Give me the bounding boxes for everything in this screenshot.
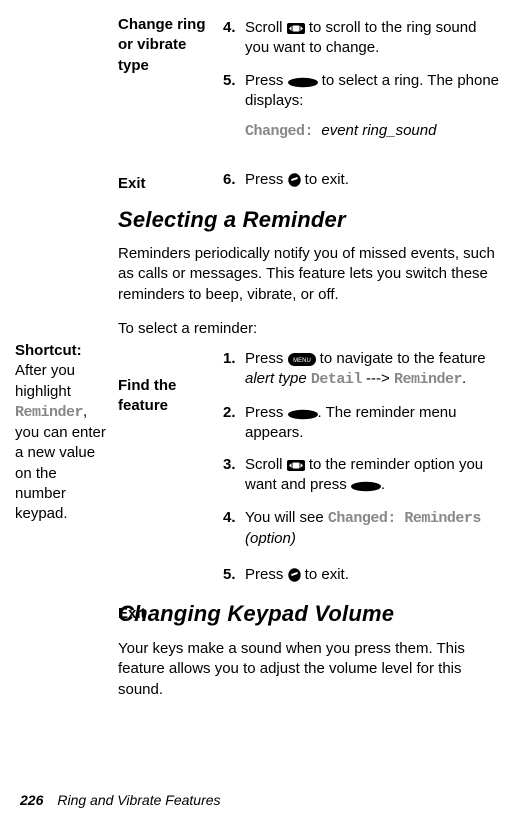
t: . [381, 476, 385, 493]
label-exit: Exit [118, 174, 208, 194]
step-text: Press . The reminder menu appears. [245, 403, 503, 444]
label-change-ring: Change ring or vibrate type [118, 15, 208, 76]
page: Change ring or vibrate type 4. Scroll to… [0, 0, 521, 832]
step-text: Scroll to scroll to the ring sound you w… [245, 18, 503, 59]
label-exit-2: Exit [118, 604, 208, 624]
t: Reminder [15, 404, 83, 421]
t: Press [245, 566, 288, 583]
t: to exit. [301, 566, 349, 583]
t: to navigate to the feature [316, 350, 486, 367]
para: Reminders periodically notify you of mis… [118, 244, 508, 305]
t: You will see [245, 509, 328, 526]
t: Scroll [245, 19, 287, 36]
t: Shortcut: [15, 342, 82, 359]
t: After you highlight [15, 362, 75, 399]
step-num: 5. [223, 71, 245, 143]
heading-selecting-reminder: Selecting a Reminder [118, 205, 508, 235]
changed-line: Changed: event ring_sound [245, 121, 503, 142]
step-text: Press MENU to navigate to the feature al… [245, 349, 503, 391]
step-2: 2. Press . The reminder menu appears. [223, 403, 503, 444]
shortcut-note: Shortcut: After you highlight Reminder, … [15, 341, 110, 524]
step-text: You will see Changed: Reminders (option) [245, 508, 503, 550]
end-icon [288, 173, 301, 187]
step-6: 6. Press to exit. [223, 170, 503, 190]
svg-text:MENU: MENU [293, 358, 311, 364]
t: Press [245, 72, 288, 89]
step-num: 6. [223, 170, 245, 190]
para: To select a reminder: [118, 319, 508, 339]
t: Press [245, 350, 288, 367]
step-num: 4. [223, 508, 245, 550]
t: Reminder [394, 371, 462, 388]
step-4: 4. Scroll to scroll to the ring sound yo… [223, 18, 503, 59]
t: ---> [362, 370, 394, 387]
step-text: Press to exit. [245, 565, 503, 585]
label-find-feature: Find the feature [118, 376, 208, 417]
step-num: 4. [223, 18, 245, 59]
select-icon [288, 77, 318, 88]
t: to exit. [301, 171, 349, 188]
step-num: 5. [223, 565, 245, 585]
t: event ring_sound [321, 122, 436, 139]
step-5b: 5. Press to exit. [223, 565, 503, 585]
step-num: 3. [223, 455, 245, 496]
step-3: 3. Scroll to the reminder option you wan… [223, 455, 503, 496]
end-icon [288, 568, 301, 582]
t: Press [245, 404, 288, 421]
footer-title: Ring and Vibrate Features [57, 792, 220, 808]
t: (option) [245, 530, 296, 547]
menu-icon: MENU [288, 353, 316, 366]
step-text: Press to select a ring. The phone displa… [245, 71, 503, 143]
page-footer: 226 Ring and Vibrate Features [20, 791, 221, 810]
step-num: 2. [223, 403, 245, 444]
step-text: Press to exit. [245, 170, 503, 190]
scroll-icon [287, 22, 305, 35]
page-number: 226 [20, 792, 43, 808]
select-icon [288, 409, 318, 420]
scroll-icon [287, 459, 305, 472]
step-5: 5. Press to select a ring. The phone dis… [223, 71, 503, 143]
t: Changed: [245, 123, 313, 140]
t: Scroll [245, 456, 287, 473]
step-4b: 4. You will see Changed: Reminders (opti… [223, 508, 503, 550]
t: Changed: Reminders [328, 510, 481, 527]
step-num: 1. [223, 349, 245, 391]
para: Your keys make a sound when you press th… [118, 639, 508, 700]
t: alert type [245, 370, 311, 387]
step-text: Scroll to the reminder option you want a… [245, 455, 503, 496]
step-1: 1. Press MENU to navigate to the feature… [223, 349, 503, 391]
t: Press [245, 171, 288, 188]
t: . [462, 370, 466, 387]
select-icon [351, 481, 381, 492]
t: Detail [311, 371, 362, 388]
